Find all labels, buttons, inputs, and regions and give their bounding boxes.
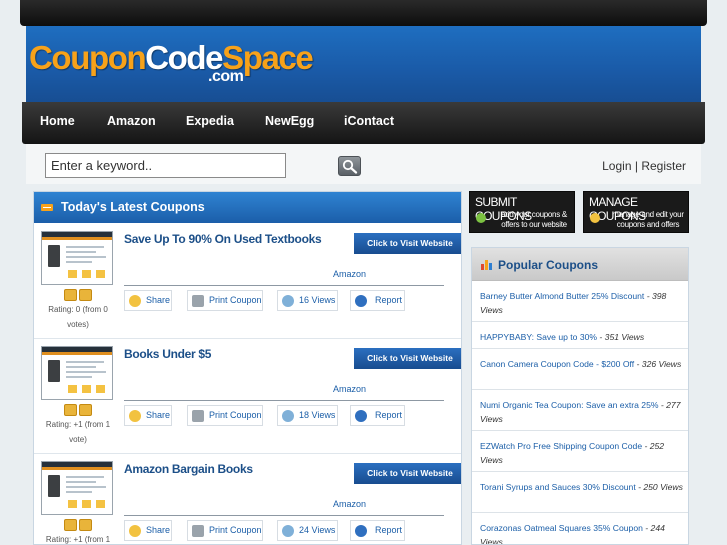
top-bar — [20, 0, 707, 26]
vote-down-icon[interactable] — [79, 404, 92, 416]
coupon-rating: Rating: 0 (from 0 votes) — [48, 305, 108, 329]
report-button[interactable]: Report — [350, 405, 405, 426]
login-link[interactable]: Login — [602, 159, 631, 173]
nav-item-newegg[interactable]: NewEgg — [265, 114, 314, 128]
vote-up-icon[interactable] — [64, 289, 77, 301]
vote-up-icon[interactable] — [64, 404, 77, 416]
coupon-rating: Rating: +1 (from 1 vote) — [45, 420, 111, 444]
coupon-thumbnail[interactable] — [41, 231, 113, 285]
logo-tld: .com — [208, 68, 244, 85]
coupon-merchant[interactable]: Amazon — [333, 269, 366, 279]
visit-website-button[interactable]: Click to Visit Website — [354, 348, 461, 369]
share-button[interactable]: Share — [124, 290, 172, 311]
popular-item[interactable]: Torani Syrups and Sauces 30% Discount - … — [472, 472, 688, 513]
auth-links: Login | Register — [602, 159, 686, 173]
latest-coupons-header: Today's Latest Coupons — [34, 192, 461, 223]
new-badge-icon — [41, 204, 53, 211]
vote-down-icon[interactable] — [79, 289, 92, 301]
views-count: 18 Views — [277, 405, 338, 426]
popular-item[interactable]: Barney Butter Almond Butter 25% Discount… — [472, 281, 688, 322]
bar-chart-icon — [481, 260, 492, 270]
divider — [124, 285, 444, 286]
search-button[interactable] — [338, 156, 361, 176]
coupon-item: Rating: +1 (from 1 vote) Books Under $5 … — [34, 338, 461, 454]
info-icon — [355, 295, 367, 307]
divider — [124, 400, 444, 401]
nav-item-home[interactable]: Home — [40, 114, 75, 128]
vote-up-icon[interactable] — [64, 519, 77, 531]
vote-down-icon[interactable] — [79, 519, 92, 531]
print-coupon-button[interactable]: Print Coupon — [187, 520, 263, 541]
coupon-title[interactable]: Books Under $5 — [124, 347, 211, 361]
magnifier-icon — [282, 525, 294, 537]
popular-coupons-title: Popular Coupons — [498, 258, 598, 272]
info-icon — [355, 410, 367, 422]
magnifier-icon — [282, 410, 294, 422]
views-count: 24 Views — [277, 520, 338, 541]
printer-icon — [192, 295, 204, 307]
report-button[interactable]: Report — [350, 520, 405, 541]
print-coupon-button[interactable]: Print Coupon — [187, 405, 263, 426]
printer-icon — [192, 525, 204, 537]
main-nav: Home Amazon Expedia NewEgg iContact — [22, 102, 705, 144]
coupon-title[interactable]: Amazon Bargain Books — [124, 462, 253, 476]
latest-coupons-panel: Today's Latest Coupons Rating: 0 (from 0… — [33, 191, 462, 545]
visit-website-button[interactable]: Click to Visit Website — [354, 233, 461, 254]
share-button[interactable]: Share — [124, 405, 172, 426]
coupon-thumbnail[interactable] — [41, 346, 113, 400]
share-button[interactable]: Share — [124, 520, 172, 541]
submit-coupons-banner[interactable]: SUBMIT COUPONS add your coupons & offers… — [469, 191, 575, 233]
smiley-icon — [129, 525, 141, 537]
print-coupon-button[interactable]: Print Coupon — [187, 290, 263, 311]
search-row: Login | Register — [26, 144, 701, 184]
popular-item[interactable]: Corazonas Oatmeal Squares 35% Coupon - 2… — [472, 513, 688, 544]
popular-coupons-panel: Popular Coupons Barney Butter Almond But… — [471, 247, 689, 545]
coupon-merchant[interactable]: Amazon — [333, 499, 366, 509]
popular-coupons-header: Popular Coupons — [472, 248, 688, 281]
visit-website-button[interactable]: Click to Visit Website — [354, 463, 461, 484]
popular-item[interactable]: HAPPYBABY: Save up to 30% - 351 Views — [472, 322, 688, 349]
magnifier-icon — [282, 295, 294, 307]
latest-coupons-title: Today's Latest Coupons — [61, 200, 205, 214]
manage-coupons-banner[interactable]: MANAGE COUPONS manage and edit your coup… — [583, 191, 689, 233]
nav-item-expedia[interactable]: Expedia — [186, 114, 234, 128]
report-button[interactable]: Report — [350, 290, 405, 311]
popular-item[interactable]: Numi Organic Tea Coupon: Save an extra 2… — [472, 390, 688, 431]
auth-separator: | — [634, 159, 638, 173]
coupon-rating: Rating: +1 (from 1 — [45, 535, 111, 544]
users-icon — [590, 213, 600, 223]
info-icon — [355, 525, 367, 537]
coupon-item: Rating: 0 (from 0 votes) Save Up To 90% … — [34, 223, 461, 339]
coupon-item: Rating: +1 (from 1 Amazon Bargain Books … — [34, 453, 461, 544]
views-count: 16 Views — [277, 290, 338, 311]
site-logo[interactable]: CouponCodeSpace — [29, 41, 314, 74]
popular-item[interactable]: EZWatch Pro Free Shipping Coupon Code - … — [472, 431, 688, 472]
smiley-icon — [129, 295, 141, 307]
smiley-icon — [129, 410, 141, 422]
register-link[interactable]: Register — [641, 159, 686, 173]
search-input[interactable] — [45, 153, 286, 178]
magnifier-icon — [342, 159, 358, 174]
popular-item[interactable]: Canon Camera Coupon Code - $200 Off - 32… — [472, 349, 688, 390]
divider — [124, 515, 444, 516]
printer-icon — [192, 410, 204, 422]
add-icon — [476, 213, 486, 223]
nav-item-icontact[interactable]: iContact — [344, 114, 394, 128]
nav-item-amazon[interactable]: Amazon — [107, 114, 156, 128]
site-header: CouponCodeSpace .com — [26, 26, 701, 102]
coupon-thumbnail[interactable] — [41, 461, 113, 515]
coupon-title[interactable]: Save Up To 90% On Used Textbooks — [124, 232, 322, 246]
coupon-merchant[interactable]: Amazon — [333, 384, 366, 394]
